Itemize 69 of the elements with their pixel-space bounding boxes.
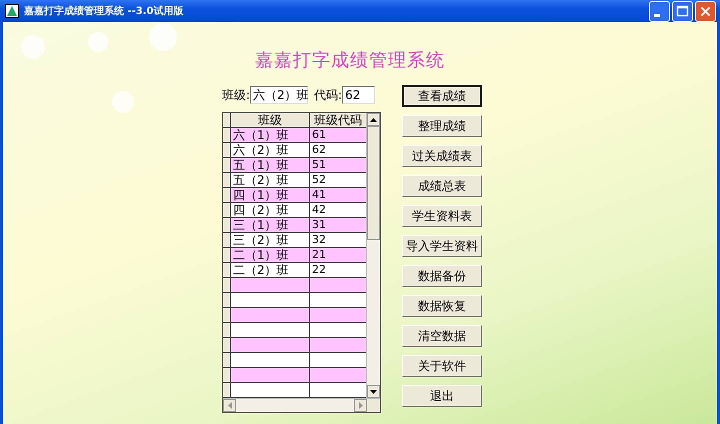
table-cell: 五（2）班 — [231, 173, 310, 187]
app-heading: 嘉嘉打字成绩管理系统 — [254, 49, 446, 72]
row-selector[interactable] — [223, 338, 231, 352]
menu-button[interactable]: 学生资料表 — [402, 205, 482, 227]
row-selector[interactable] — [223, 353, 231, 367]
row-selector[interactable] — [223, 278, 231, 292]
menu-button[interactable]: 数据备份 — [402, 265, 482, 287]
scrollbar-corner — [367, 399, 380, 412]
scroll-right-icon — [358, 402, 362, 409]
row-selector[interactable] — [223, 128, 231, 142]
app-icon — [5, 4, 19, 18]
table-cell-text: 31 — [311, 218, 327, 232]
row-selector[interactable] — [223, 248, 231, 262]
scroll-down-icon — [370, 390, 377, 394]
table-cell: 二（1）班 — [231, 248, 310, 262]
menu-button[interactable]: 关于软件 — [402, 355, 482, 377]
menu-button[interactable]: 清空数据 — [402, 325, 482, 347]
menu-button[interactable]: 整理成绩 — [402, 115, 482, 137]
table-cell: 五（1）班 — [231, 158, 310, 172]
code-label: 代码: — [314, 86, 342, 104]
menu-button[interactable]: 查看成绩 — [402, 85, 482, 107]
table-cell-text: 42 — [311, 203, 327, 217]
menu-button[interactable]: 成绩总表 — [402, 175, 482, 197]
minimize-icon — [654, 14, 660, 16]
table-cell-text: 51 — [311, 158, 327, 172]
horizontal-scrollbar[interactable] — [223, 398, 380, 412]
table-cell: 六（1）班 — [231, 128, 310, 142]
code-field[interactable]: 62 — [342, 86, 376, 104]
scroll-left-icon — [228, 402, 232, 409]
table-cell-text: 62 — [311, 143, 327, 157]
minimize-button[interactable] — [649, 0, 670, 22]
menu-button[interactable]: 退出 — [402, 385, 482, 407]
table-cell: 六（2）班 — [231, 143, 310, 157]
table-cell: 二（2）班 — [231, 263, 310, 277]
table-cell-text: 52 — [311, 173, 327, 187]
row-selector[interactable] — [223, 293, 231, 307]
row-selector[interactable] — [223, 203, 231, 217]
table-cell: 三（2）班 — [231, 233, 310, 247]
vertical-scrollbar[interactable] — [366, 113, 380, 398]
column-header[interactable]: 班级代码 — [310, 113, 366, 127]
row-selector[interactable] — [223, 263, 231, 277]
row-selector[interactable] — [223, 233, 231, 247]
maximize-button[interactable] — [672, 0, 693, 22]
row-selector[interactable] — [223, 173, 231, 187]
close-button[interactable] — [695, 0, 716, 22]
row-selector[interactable] — [223, 383, 231, 397]
row-selector[interactable] — [223, 188, 231, 202]
class-field[interactable]: 六（2）班 — [250, 86, 308, 104]
row-selector[interactable] — [223, 308, 231, 322]
table-cell-text: 61 — [311, 128, 327, 142]
table-cell: 四（2）班 — [231, 203, 310, 217]
table-cell: 三（1）班 — [231, 218, 310, 232]
class-label: 班级: — [222, 86, 250, 104]
table-cell-text: 21 — [311, 248, 327, 262]
row-selector[interactable] — [223, 143, 231, 157]
row-selector[interactable] — [223, 158, 231, 172]
table-cell-text: 22 — [311, 263, 327, 277]
menu-button[interactable]: 过关成绩表 — [402, 145, 482, 167]
scroll-up-icon — [370, 118, 377, 122]
menu-button[interactable]: 导入学生资料 — [402, 235, 482, 257]
row-selector[interactable] — [223, 323, 231, 337]
menu-button[interactable]: 数据恢复 — [402, 295, 482, 317]
window-title: 嘉嘉打字成绩管理系统 --3.0试用版 — [24, 4, 184, 18]
table-cell-text: 41 — [311, 188, 327, 202]
table-cell: 四（1）班 — [231, 188, 310, 202]
table-cell-text: 32 — [311, 233, 327, 247]
row-selector[interactable] — [223, 218, 231, 232]
column-header[interactable]: 班级 — [231, 113, 310, 127]
row-selector[interactable] — [223, 368, 231, 382]
